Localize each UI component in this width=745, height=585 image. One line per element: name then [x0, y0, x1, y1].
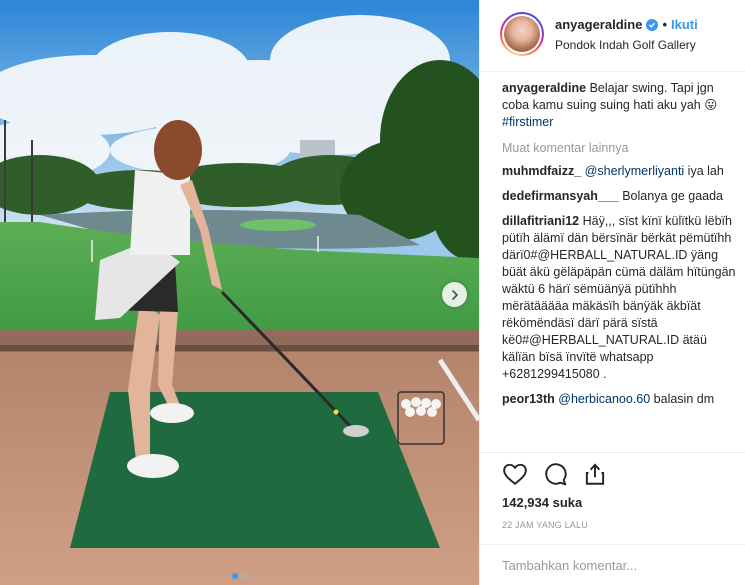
- carousel-indicator: [0, 573, 479, 579]
- add-comment-bar: [480, 544, 745, 585]
- comment-username[interactable]: peor13th: [502, 392, 555, 406]
- hashtag-link[interactable]: #firstimer: [502, 115, 553, 129]
- comment-text: Bolanya ge gaada: [622, 189, 723, 203]
- avatar-image: [504, 16, 540, 52]
- comment-text: iya lah: [684, 164, 724, 178]
- comment-item: muhmdfaizz_ @sherlymerliyanti iya lah: [502, 163, 736, 180]
- comments-list[interactable]: anyageraldine Belajar swing. Tapi jgn co…: [480, 72, 745, 452]
- username-link[interactable]: anyageraldine: [555, 17, 642, 32]
- post-photo[interactable]: [0, 0, 479, 585]
- share-icon[interactable]: [582, 461, 608, 487]
- follow-separator: •: [662, 17, 667, 32]
- carousel-dot-active: [231, 573, 238, 579]
- tongue-emoji: 😛: [704, 98, 718, 112]
- comment-username[interactable]: muhmdfaizz_: [502, 164, 581, 178]
- follow-button[interactable]: Ikuti: [671, 17, 698, 32]
- carousel-next-button[interactable]: [442, 282, 467, 307]
- heart-icon[interactable]: [502, 461, 528, 487]
- comment-username[interactable]: dedefirmansyah___: [502, 189, 619, 203]
- carousel-dot: [241, 573, 248, 579]
- verified-badge-icon: [646, 18, 659, 31]
- header-user-row: anyageraldine • Ikuti: [555, 17, 698, 32]
- comment-mention[interactable]: @sherlymerliyanti: [585, 164, 685, 178]
- post-actions: [480, 452, 745, 487]
- caption: anyageraldine Belajar swing. Tapi jgn co…: [502, 80, 736, 131]
- chevron-right-icon: [451, 289, 458, 300]
- location-link[interactable]: Pondok Indah Golf Gallery: [555, 38, 696, 52]
- load-more-comments-button[interactable]: Muat komentar lainnya: [502, 141, 736, 155]
- likes-count[interactable]: 142,934 suka: [502, 495, 582, 510]
- comment-icon[interactable]: [542, 461, 568, 487]
- golf-range-illustration: [0, 0, 479, 585]
- comment-mention[interactable]: @herbicanoo.60: [558, 392, 650, 406]
- post-timestamp: 22 JAM YANG LALU: [502, 520, 588, 530]
- caption-username[interactable]: anyageraldine: [502, 81, 586, 95]
- comment-item: peor13th @herbicanoo.60 balasin dm: [502, 391, 736, 408]
- post-header: anyageraldine • Ikuti Pondok Indah Golf …: [480, 0, 745, 72]
- comment-text: Häÿ,,, sïst kïnï külïtkü lëbïh pütïh älä…: [502, 214, 736, 381]
- add-comment-input[interactable]: [502, 558, 732, 573]
- post-side-panel: anyageraldine • Ikuti Pondok Indah Golf …: [479, 0, 745, 585]
- comment-text: balasin dm: [650, 392, 715, 406]
- comment-item: dillafitriani12 Häÿ,,, sïst kïnï külïtkü…: [502, 213, 736, 383]
- avatar[interactable]: [500, 12, 544, 56]
- comment-username[interactable]: dillafitriani12: [502, 214, 579, 228]
- comment-item: dedefirmansyah___ Bolanya ge gaada: [502, 188, 736, 205]
